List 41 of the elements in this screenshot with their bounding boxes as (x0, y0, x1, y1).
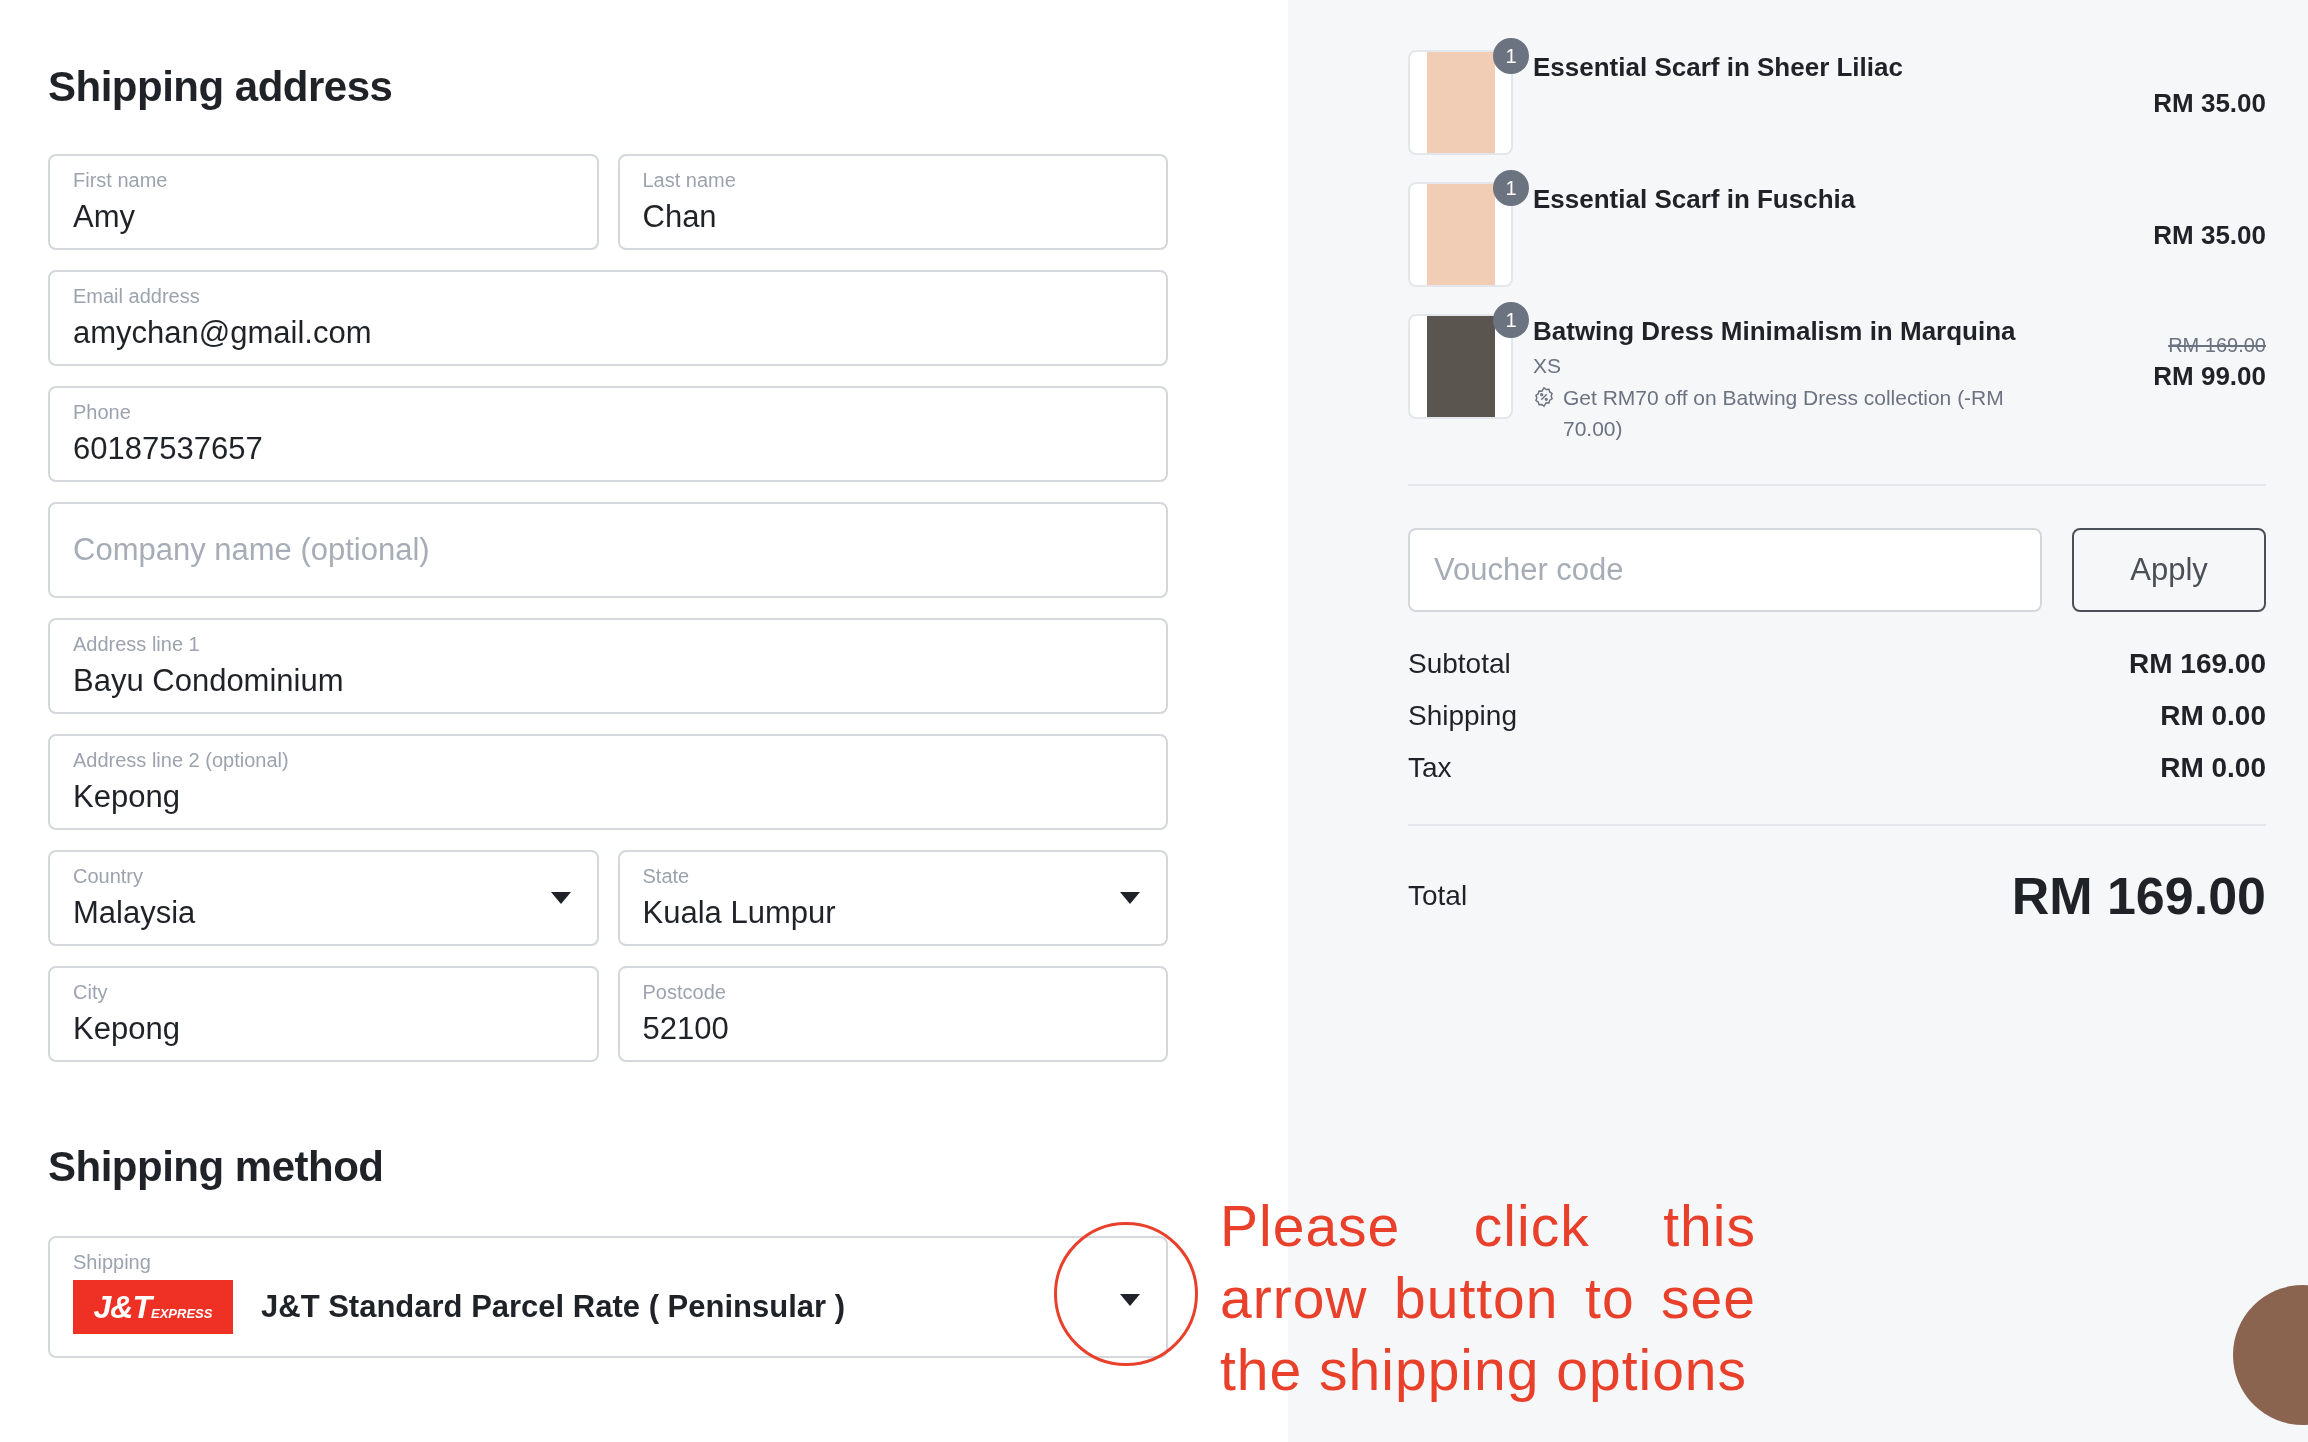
select-field[interactable]: Country Malaysia (48, 850, 599, 946)
text-field[interactable]: Phone 60187537657 (48, 386, 1168, 482)
caret-icon (1120, 1294, 1140, 1306)
summary-label: Shipping (1408, 699, 1517, 733)
voucher-input[interactable]: Voucher code (1408, 528, 2042, 612)
text-field[interactable]: City Kepong (48, 966, 599, 1062)
caret-icon (1120, 892, 1140, 904)
product-name: Essential Scarf in Fuschia (1533, 183, 1857, 216)
text-field[interactable]: Last name Chan (617, 154, 1168, 250)
text-field[interactable]: First name Amy (48, 154, 599, 250)
select-field[interactable]: State Kuala Lumpur (617, 850, 1168, 946)
text-field[interactable]: Email address amychan@gmail.com (48, 270, 1168, 366)
product-price: RM 99.00 (2153, 361, 2266, 392)
product-variant: XS (1533, 354, 1562, 378)
product-name: Essential Scarf in Sheer Liliac (1533, 51, 1904, 84)
caret-icon (550, 892, 571, 904)
section-heading: Shipping address (48, 62, 394, 112)
apply-button[interactable]: Apply (2072, 528, 2266, 612)
summary-value: RM 169.00 (2129, 647, 2266, 681)
carrier-logo: J&TEXPRESS (73, 1280, 233, 1334)
quantity-badge: 1 (1493, 170, 1529, 206)
discount-text: Get RM70 off on Batwing Dress collection (-RM 70.00) (1563, 385, 2005, 442)
text-field[interactable]: Postcode 52100 (617, 966, 1168, 1062)
summary-label: Tax (1408, 751, 1452, 785)
text-field[interactable]: Address line 2 (optional) Kepong (48, 734, 1168, 830)
shipping-select[interactable]: Shipping J&TEXPRESS J&T Standard Parcel Rate ( Peninsular ) (48, 1236, 1168, 1358)
product-price: RM 35.00 (2153, 220, 2266, 251)
quantity-badge: 1 (1493, 38, 1529, 74)
section-heading: Shipping method (48, 1142, 385, 1192)
summary-label: Subtotal (1408, 647, 1511, 681)
total-value: RM 169.00 (2011, 866, 2266, 926)
product-price: RM 35.00 (2153, 88, 2266, 119)
text-field[interactable]: Address line 1 Bayu Condominium (48, 618, 1168, 714)
summary-value: RM 0.00 (2160, 699, 2266, 733)
discount-icon (1533, 386, 1555, 408)
annotation-text: Please click this arrow button to see the shipping options (1220, 1193, 1756, 1404)
summary-value: RM 0.00 (2160, 751, 2266, 785)
product-name: Batwing Dress Minimalism in Marquina (1533, 315, 2017, 348)
original-price: RM 169.00 (2168, 334, 2266, 357)
quantity-badge: 1 (1493, 302, 1529, 338)
total-label: Total (1408, 880, 1468, 912)
